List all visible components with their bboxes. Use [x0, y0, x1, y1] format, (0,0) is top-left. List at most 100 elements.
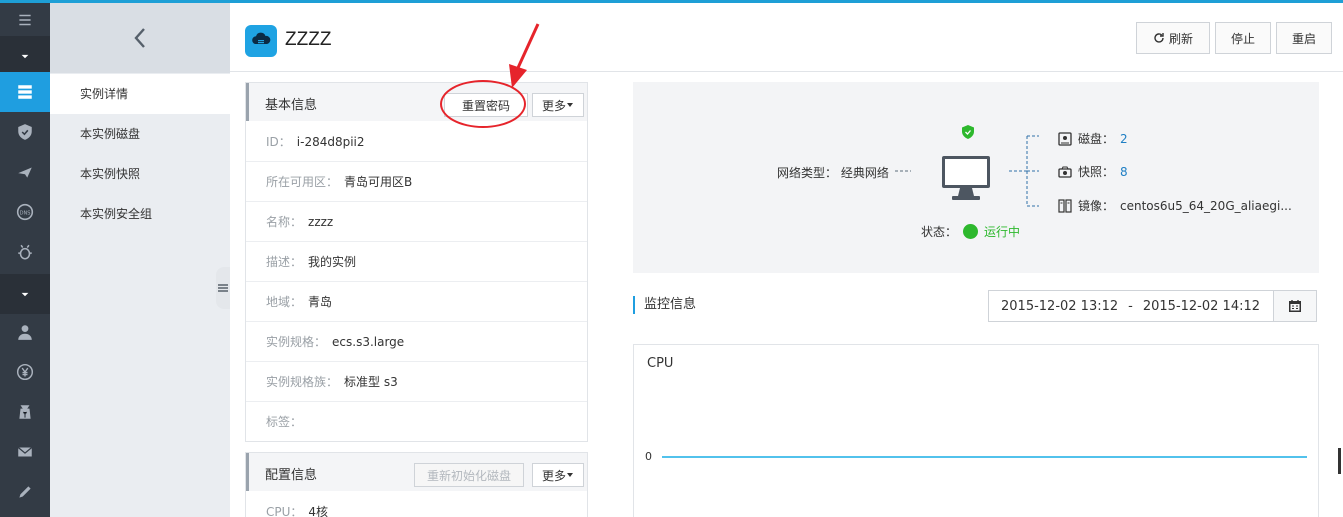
status-running-dot [963, 224, 979, 239]
status-label: 状态： [921, 225, 958, 239]
info-row-description: 描述： 我的实例 [246, 242, 587, 282]
snapshot-value[interactable]: 8 [1120, 165, 1128, 179]
page-header: ZZZZ 刷新 停止 重启 [230, 3, 1343, 72]
dashed-connector [895, 170, 911, 172]
cpu-series-line [662, 456, 1307, 458]
more-button[interactable]: 更多 [532, 93, 584, 117]
config-row-cpu: CPU： 4核 [246, 492, 587, 517]
shield-icon[interactable] [0, 112, 50, 152]
cloud-server-icon [252, 32, 271, 44]
scrollbar-thumb[interactable] [1338, 448, 1341, 474]
yen-icon[interactable] [0, 352, 50, 392]
info-value: 4核 [308, 505, 329, 517]
config-info-panel: 配置信息 重新初始化磁盘 更多 CPU： 4核 [245, 452, 588, 517]
reinit-disk-button[interactable]: 重新初始化磁盘 [414, 463, 524, 487]
info-key: CPU： [266, 505, 303, 517]
network-type: 网络类型： 经典网络 [777, 164, 889, 181]
top-accent-bar [0, 0, 1343, 3]
image-label: 镜像： [1078, 199, 1115, 213]
info-row-tags: 标签： [246, 402, 587, 442]
list-collapse-icon [218, 284, 228, 292]
info-value: 青岛 [308, 295, 333, 309]
info-key: 地域： [266, 295, 303, 309]
subnav-item-security-groups[interactable]: 本实例安全组 [50, 194, 230, 234]
mail-icon[interactable] [0, 432, 50, 472]
svg-text:DNS: DNS [20, 210, 31, 216]
monitor-icon [942, 156, 990, 200]
sidebar-rail: DNS [0, 0, 50, 517]
camera-icon [1058, 166, 1072, 178]
monitor-section-title: 监控信息 [633, 296, 696, 314]
info-row-name: 名称： zzzz [246, 202, 587, 242]
info-key: 所在可用区： [266, 175, 339, 189]
server-list-icon[interactable] [0, 72, 50, 112]
info-value: 青岛可用区B [344, 175, 413, 189]
info-value: zzzz [308, 215, 334, 229]
more-label: 更多 [541, 468, 566, 483]
info-key: 实例规格： [266, 335, 327, 349]
network-type-value: 经典网络 [840, 166, 889, 180]
security-shield-icon [962, 125, 974, 139]
caret-down-icon[interactable] [0, 274, 50, 314]
subnav-item-instance-detail[interactable]: 实例详情 [50, 74, 230, 114]
caret-down-icon [567, 103, 573, 107]
image-icon [1058, 198, 1072, 213]
basic-info-panel: 基本信息 重置密码 更多 ID： i-284d8pii2 所在可用区： 青岛可用区B… [245, 82, 588, 442]
caret-down-icon [567, 473, 573, 477]
annotation-arrow [509, 23, 540, 88]
chart-title: CPU [647, 356, 674, 371]
menu-icon[interactable] [0, 0, 50, 40]
user-icon[interactable] [0, 312, 50, 352]
date-end: 2015-12-02 14:12 [1142, 298, 1261, 314]
date-start: 2015-12-02 13:12 [1001, 298, 1119, 314]
refresh-icon [1154, 33, 1164, 43]
money-icon[interactable] [0, 392, 50, 432]
snapshot-stat[interactable]: 快照： 8 [1058, 163, 1128, 180]
snapshot-label: 快照： [1078, 165, 1115, 179]
disk-stat[interactable]: 磁盘： 2 [1058, 130, 1128, 147]
restart-button[interactable]: 重启 [1276, 22, 1332, 54]
info-value: 标准型 s3 [344, 375, 398, 389]
calendar-icon [1289, 300, 1301, 312]
image-stat: 镜像： centos6u5_64_20G_aliaegi... [1058, 197, 1292, 214]
info-key: 实例规格族： [266, 375, 339, 389]
more-button[interactable]: 更多 [532, 463, 584, 487]
info-row-zone: 所在可用区： 青岛可用区B [246, 162, 587, 202]
info-row-region: 地域： 青岛 [246, 282, 587, 322]
back-button[interactable] [50, 3, 230, 73]
caret-down-icon[interactable] [0, 36, 50, 76]
info-key: 标签： [266, 415, 303, 429]
network-type-label: 网络类型： [777, 166, 838, 180]
disk-label: 磁盘： [1078, 132, 1115, 146]
date-range-input[interactable]: 2015-12-02 13:12 - 2015-12-02 14:12 [988, 290, 1274, 322]
refresh-label: 刷新 [1168, 31, 1193, 46]
pencil-icon[interactable] [0, 472, 50, 512]
stop-button[interactable]: 停止 [1215, 22, 1271, 54]
subnav-item-disks[interactable]: 本实例磁盘 [50, 114, 230, 154]
config-info-title: 配置信息 [265, 468, 318, 483]
info-value: 我的实例 [308, 255, 357, 269]
instance-topology: 网络类型： 经典网络 磁盘： 2 快照： 8 镜像： centos6u5_64_… [633, 82, 1319, 273]
info-value: ecs.s3.large [332, 335, 405, 349]
collapse-sidebar-handle[interactable] [216, 267, 230, 309]
dns-icon[interactable]: DNS [0, 192, 50, 232]
info-row-id: ID： i-284d8pii2 [246, 122, 587, 162]
refresh-button[interactable]: 刷新 [1136, 22, 1210, 54]
date-separator: - [1128, 298, 1133, 314]
basic-info-title: 基本信息 [265, 98, 318, 113]
calendar-button[interactable] [1273, 290, 1317, 322]
bracket-connector [1009, 135, 1039, 207]
status-value: 运行中 [984, 225, 1021, 239]
disk-value[interactable]: 2 [1120, 132, 1128, 146]
y-tick-label: 0 [645, 450, 652, 463]
bug-icon[interactable] [0, 232, 50, 272]
info-key: ID： [266, 135, 291, 149]
cpu-chart: CPU 0 [633, 344, 1319, 517]
plane-icon[interactable] [0, 152, 50, 192]
sub-navigation: 实例详情 本实例磁盘 本实例快照 本实例安全组 [50, 0, 230, 517]
disk-icon [1058, 131, 1072, 146]
info-value: i-284d8pii2 [296, 135, 365, 149]
subnav-item-snapshots[interactable]: 本实例快照 [50, 154, 230, 194]
status-stat: 状态： 运行中 [921, 223, 1020, 240]
page-title: ZZZZ [285, 29, 332, 50]
